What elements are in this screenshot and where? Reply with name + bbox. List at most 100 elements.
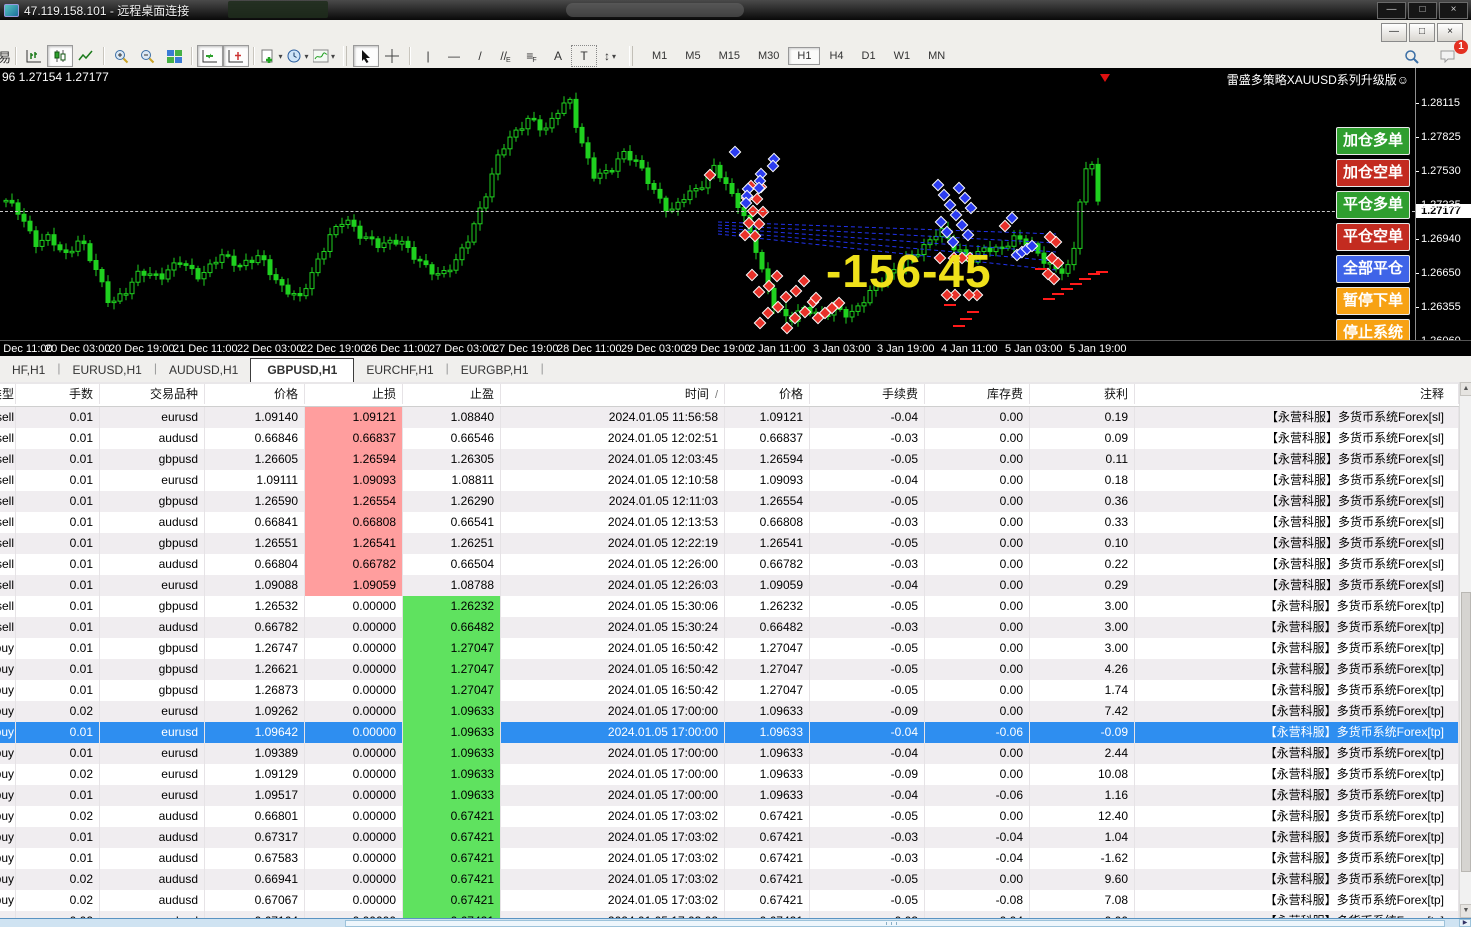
candlestick-chart-icon[interactable]	[47, 45, 73, 67]
scrollbar-thumb[interactable]	[1461, 592, 1471, 872]
ea-button-3[interactable]: 平仓多单	[1336, 191, 1410, 219]
scroll-down-button[interactable]: ▼	[1460, 904, 1471, 918]
timeframe-button-d1[interactable]: D1	[853, 47, 885, 65]
timeframe-button-m5[interactable]: M5	[676, 47, 709, 65]
table-row[interactable]: sell0.01audusd0.668410.668080.665412024.…	[0, 512, 1459, 533]
ea-button-6[interactable]: 暂停下单	[1336, 287, 1410, 315]
dropdown-arrow-icon[interactable]: ▾	[304, 52, 308, 61]
horizontal-line-tool-icon[interactable]: —	[441, 45, 467, 67]
zoom-in-icon[interactable]	[109, 45, 135, 67]
header-sl[interactable]: 止损	[305, 384, 403, 404]
table-row[interactable]: sell0.01gbpusd1.265320.000001.262322024.…	[0, 596, 1459, 617]
notifications-icon[interactable]: 1	[1435, 45, 1461, 67]
tile-windows-icon[interactable]	[161, 45, 187, 67]
table-row[interactable]: buy0.02audusd0.669410.000000.674212024.0…	[0, 869, 1459, 890]
ea-button-4[interactable]: 平仓空单	[1336, 223, 1410, 251]
table-row[interactable]: buy0.01eurusd1.095170.000001.096332024.0…	[0, 785, 1459, 806]
indicators-icon[interactable]: ▾	[311, 45, 337, 67]
table-row[interactable]: buy0.01audusd0.673170.000000.674212024.0…	[0, 827, 1459, 848]
time-axis[interactable]: 19 Dec 11:0020 Dec 03:0020 Dec 19:0021 D…	[0, 340, 1471, 357]
timeframe-button-h4[interactable]: H4	[820, 47, 852, 65]
header-comment[interactable]: 注释	[1135, 384, 1459, 404]
chart-area[interactable]: 96 1.27154 1.27177 雷盛多策略XAUUSD系列升级版☺ -15…	[0, 68, 1415, 340]
vertical-line-tool-icon[interactable]: |	[415, 45, 441, 67]
symbol-search-icon[interactable]	[1399, 45, 1425, 67]
table-row[interactable]: buy0.01gbpusd1.268730.000001.270472024.0…	[0, 680, 1459, 701]
cursor-tool-icon[interactable]	[353, 45, 379, 67]
dropdown-arrow-icon[interactable]: ▾	[612, 52, 616, 61]
table-row[interactable]: buy0.02eurusd1.091290.000001.096332024.0…	[0, 764, 1459, 785]
table-row[interactable]: buy0.02eurusd1.092620.000001.096332024.0…	[0, 701, 1459, 722]
table-row[interactable]: buy0.01audusd0.675830.000000.674212024.0…	[0, 848, 1459, 869]
price-axis[interactable]: 1.27177 1.281151.278251.275301.272351.26…	[1415, 68, 1471, 340]
table-row[interactable]: sell0.01eurusd1.091111.090931.088112024.…	[0, 470, 1459, 491]
header-price2[interactable]: 价格	[725, 384, 810, 404]
text-tool-icon[interactable]: A	[545, 45, 571, 67]
table-row[interactable]: sell0.01audusd0.668460.668370.665462024.…	[0, 428, 1459, 449]
terminal-minimize-button[interactable]: —	[1381, 23, 1407, 42]
table-row[interactable]: buy0.02audusd0.670670.000000.674212024.0…	[0, 890, 1459, 911]
auto-scroll-icon[interactable]	[197, 45, 223, 67]
zoom-out-icon[interactable]	[135, 45, 161, 67]
header-tp[interactable]: 止盈	[403, 384, 501, 404]
fibonacci-tool-icon[interactable]: ≡F	[519, 45, 545, 67]
table-row[interactable]: sell0.01eurusd1.090881.090591.087882024.…	[0, 575, 1459, 596]
table-row[interactable]: sell0.01eurusd1.091401.091211.088402024.…	[0, 407, 1459, 428]
chart-shift-icon[interactable]	[223, 45, 249, 67]
close-button[interactable]: ×	[1439, 2, 1468, 19]
ea-button-1[interactable]: 加仓多单	[1336, 127, 1410, 155]
header-lots[interactable]: 手数	[16, 384, 100, 404]
trendline-tool-icon[interactable]: /	[467, 45, 493, 67]
new-order-icon[interactable]: ▾	[259, 45, 285, 67]
header-commission[interactable]: 手续费	[810, 384, 925, 404]
ea-button-2[interactable]: 加仓空单	[1336, 159, 1410, 187]
header-type[interactable]: 类型	[0, 384, 16, 404]
table-row[interactable]: sell0.01gbpusd1.265901.265541.262902024.…	[0, 491, 1459, 512]
maximize-button[interactable]: □	[1408, 2, 1437, 19]
tab-eurusdh1[interactable]: EURUSD,H1	[60, 359, 153, 382]
ea-button-7[interactable]: 停止系统	[1336, 319, 1410, 340]
timeframe-button-m15[interactable]: M15	[710, 47, 749, 65]
header-price[interactable]: 价格	[205, 384, 305, 404]
crosshair-tool-icon[interactable]	[379, 45, 405, 67]
header-time[interactable]: 时间/	[501, 384, 725, 404]
table-row[interactable]: sell0.01audusd0.667820.000000.664822024.…	[0, 617, 1459, 638]
timeframe-button-mn[interactable]: MN	[919, 47, 954, 65]
table-row[interactable]: buy0.01eurusd1.096420.000001.096332024.0…	[0, 722, 1459, 743]
ea-button-5[interactable]: 全部平仓	[1336, 255, 1410, 283]
dropdown-arrow-icon[interactable]: ▾	[331, 52, 335, 61]
table-row[interactable]: buy0.01eurusd1.093890.000001.096332024.0…	[0, 743, 1459, 764]
horizontal-scrollbar[interactable]: ▶	[0, 918, 1471, 927]
tab-eurchfh1[interactable]: EURCHF,H1	[354, 359, 445, 382]
text-label-tool-icon[interactable]: T	[571, 45, 597, 67]
vertical-scrollbar[interactable]: ▲ ▼	[1459, 382, 1471, 918]
tab-audusdh1[interactable]: AUDUSD,H1	[157, 359, 250, 382]
line-chart-icon[interactable]	[73, 45, 99, 67]
table-row[interactable]: buy0.01gbpusd1.266210.000001.270472024.0…	[0, 659, 1459, 680]
channel-tool-icon[interactable]: //E	[493, 45, 519, 67]
dropdown-arrow-icon[interactable]: ▾	[278, 52, 282, 61]
header-swap[interactable]: 库存费	[925, 384, 1030, 404]
arrows-tool-icon[interactable]: ↕▾	[597, 45, 623, 67]
scroll-up-button[interactable]: ▲	[1460, 382, 1471, 396]
tab-gbpusdh1[interactable]: GBPUSD,H1	[250, 358, 354, 383]
timeframe-button-m1[interactable]: M1	[643, 47, 676, 65]
hscrollbar-thumb[interactable]	[345, 920, 1445, 927]
period-clock-icon[interactable]: ▾	[285, 45, 311, 67]
timeframe-button-h1[interactable]: H1	[788, 47, 820, 65]
header-profit[interactable]: 获利	[1030, 384, 1135, 404]
bar-chart-icon[interactable]	[21, 45, 47, 67]
table-row[interactable]: sell0.01gbpusd1.266051.265941.263052024.…	[0, 449, 1459, 470]
timeframe-button-m30[interactable]: M30	[749, 47, 788, 65]
minimize-button[interactable]: —	[1377, 2, 1406, 19]
scroll-right-button[interactable]: ▶	[1459, 919, 1471, 927]
table-row[interactable]: buy0.01gbpusd1.267470.000001.270472024.0…	[0, 638, 1459, 659]
terminal-restore-button[interactable]: □	[1409, 23, 1435, 42]
table-row[interactable]: sell0.01audusd0.668040.667820.665042024.…	[0, 554, 1459, 575]
timeframe-button-w1[interactable]: W1	[885, 47, 920, 65]
table-row[interactable]: buy0.02audusd0.668010.000000.674212024.0…	[0, 806, 1459, 827]
table-row[interactable]: sell0.01gbpusd1.265511.265411.262512024.…	[0, 533, 1459, 554]
tab-eurgbph1[interactable]: EURGBP,H1	[449, 359, 541, 382]
tab-hfh1[interactable]: HF,H1	[0, 359, 57, 382]
header-symbol[interactable]: 交易品种	[100, 384, 205, 404]
